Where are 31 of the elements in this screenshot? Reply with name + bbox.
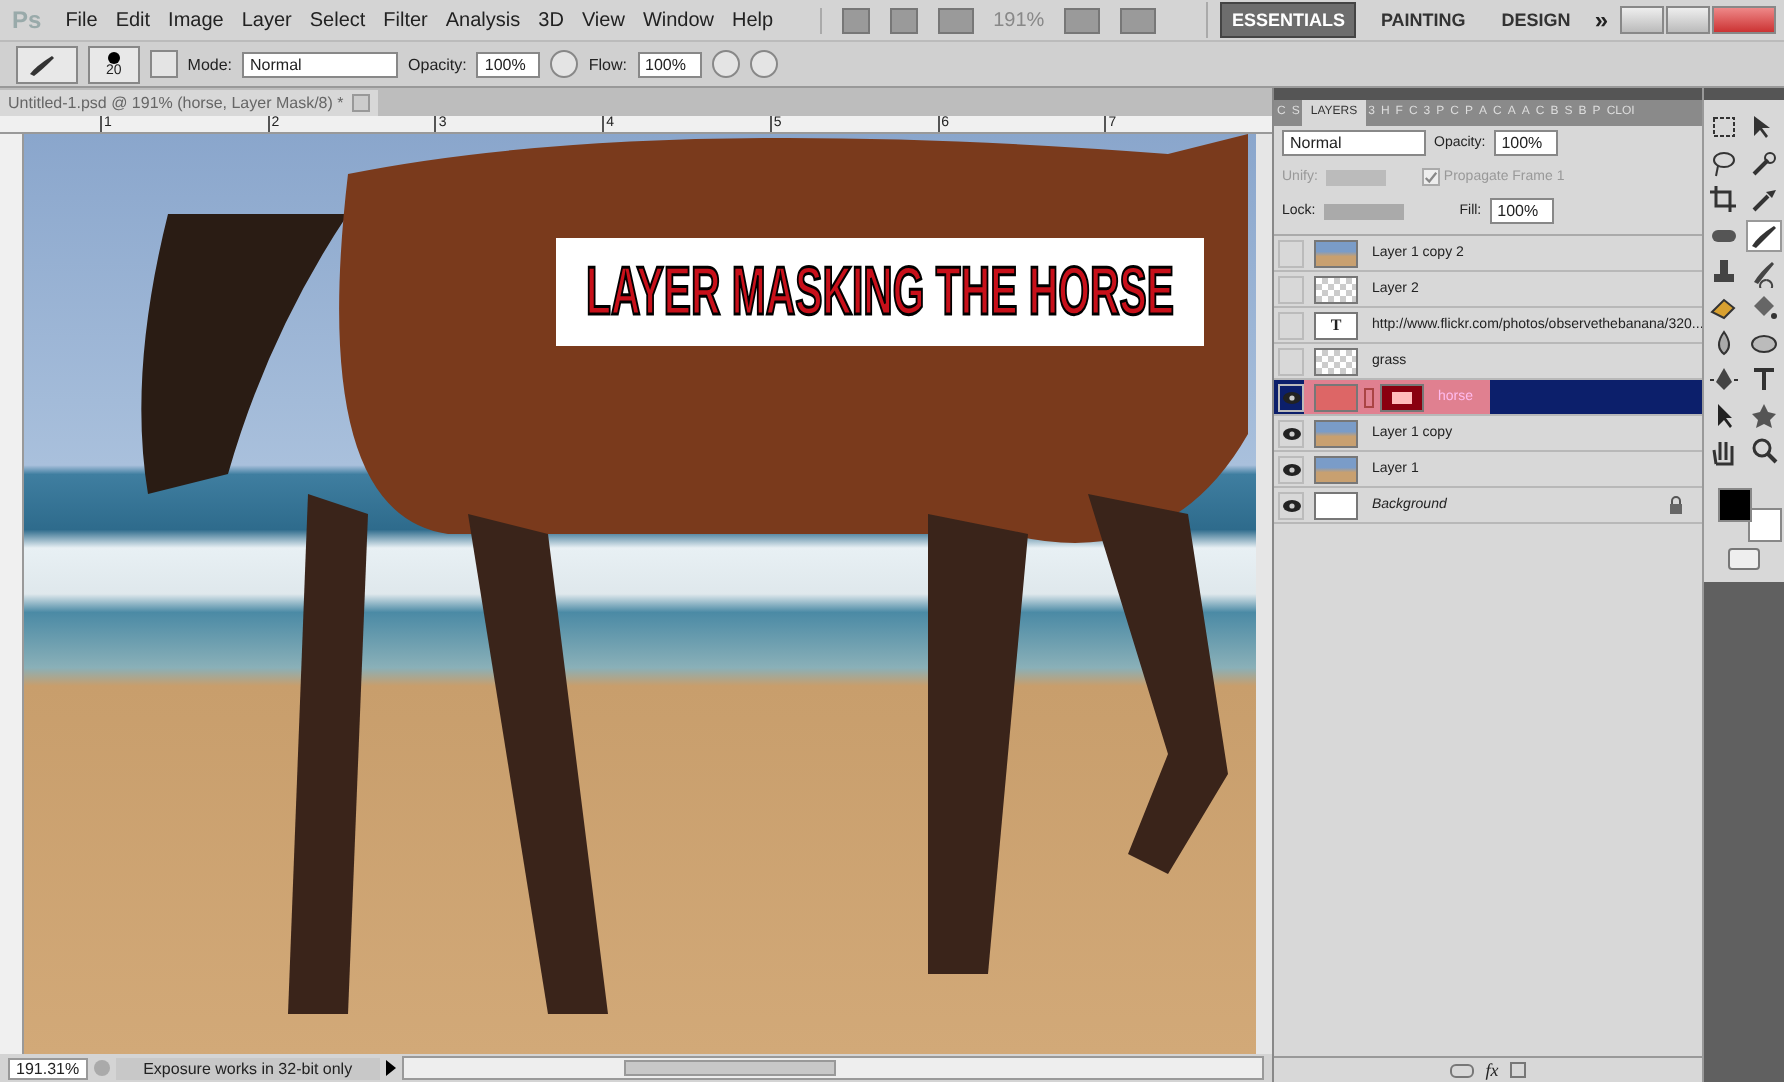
menu-item[interactable]: Window bbox=[642, 9, 715, 31]
more-workspaces-button[interactable]: » bbox=[1594, 6, 1608, 34]
menu-item[interactable]: View bbox=[581, 9, 625, 31]
menu-item[interactable]: Layer bbox=[241, 9, 292, 31]
menu-item[interactable]: Filter bbox=[383, 9, 428, 31]
blend-mode-dropdown[interactable]: Normal bbox=[1282, 130, 1426, 156]
banner-text: LAYER MASKING THE HORSE bbox=[586, 253, 1174, 331]
opacity-field[interactable]: 100% bbox=[476, 51, 541, 77]
layer-style-button[interactable]: fx bbox=[1485, 1060, 1499, 1080]
app-logo: Ps bbox=[12, 6, 42, 34]
menu-item[interactable]: 3D bbox=[538, 9, 564, 31]
menu-item[interactable]: Select bbox=[309, 9, 366, 31]
flow-label: Flow: bbox=[588, 55, 627, 73]
menu-item[interactable]: Analysis bbox=[445, 9, 521, 31]
zoom-level-field[interactable]: 191.31% bbox=[8, 1057, 88, 1079]
opacity-label: Opacity: bbox=[408, 55, 467, 73]
layer-opacity-field[interactable]: 100% bbox=[1493, 130, 1558, 156]
menu-item[interactable]: Image bbox=[168, 9, 224, 31]
mode-label: Mode: bbox=[187, 55, 233, 73]
menu-item[interactable]: Help bbox=[732, 9, 774, 31]
workspace-button[interactable]: ESSENTIALS bbox=[1219, 2, 1357, 38]
menu-item[interactable]: File bbox=[65, 9, 98, 31]
fill-field[interactable]: 100% bbox=[1489, 198, 1554, 224]
workspace-button[interactable]: PAINTING bbox=[1368, 2, 1478, 38]
flow-field[interactable]: 100% bbox=[637, 51, 701, 77]
workspace-button[interactable]: DESIGN bbox=[1489, 2, 1583, 38]
status-message: Exposure works in 32-bit only bbox=[115, 1057, 381, 1079]
text-layer-thumbnail: T bbox=[1314, 311, 1358, 339]
document-tab[interactable]: Untitled-1.psd @ 191% (horse, Layer Mask/8) * bbox=[0, 90, 378, 116]
menu-item[interactable]: Edit bbox=[115, 9, 151, 31]
mode-dropdown[interactable]: Normal bbox=[242, 51, 399, 77]
